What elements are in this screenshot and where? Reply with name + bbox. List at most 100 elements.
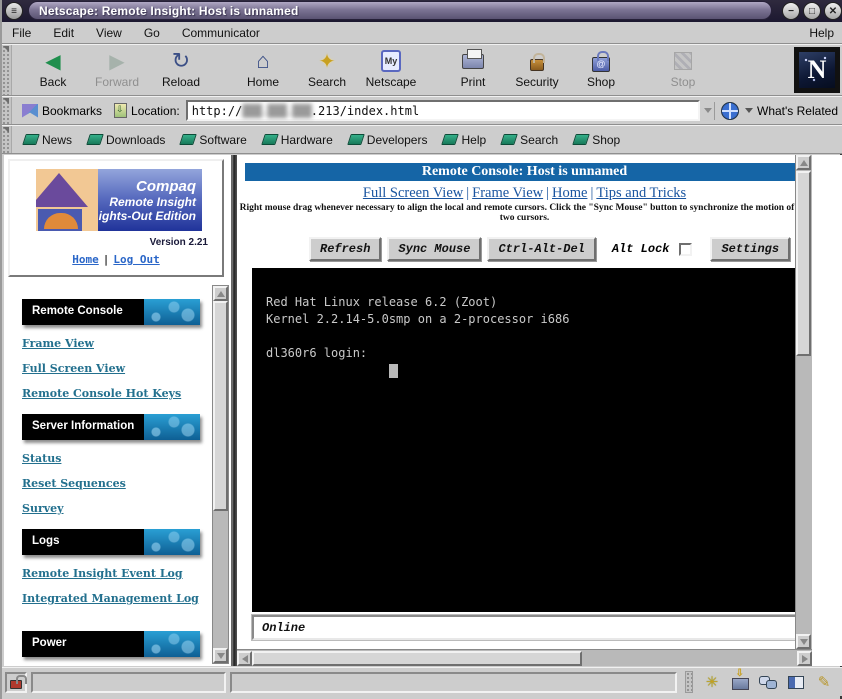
ptb-help[interactable]: Help: [435, 133, 494, 147]
forward-button: ▶ Forward: [86, 47, 148, 93]
address-book-icon[interactable]: [787, 673, 805, 691]
search-button[interactable]: ✦ Search: [296, 47, 358, 93]
brand-panel: Compaq Remote Insight Lights-Out Edition…: [8, 159, 224, 277]
bookmarks-icon: [22, 104, 38, 118]
menu-file[interactable]: File: [12, 26, 31, 40]
bookmarks-button[interactable]: Bookmarks: [16, 104, 108, 118]
security-status-cell[interactable]: [5, 672, 27, 693]
ptb-help-label: Help: [461, 133, 486, 147]
window-title: Netscape: Remote Insight: Host is unname…: [39, 4, 299, 18]
netscape-button[interactable]: My Netscape: [360, 47, 422, 93]
menu-help[interactable]: Help: [809, 26, 834, 40]
location-label-group[interactable]: Location:: [108, 103, 186, 118]
print-button[interactable]: Print: [442, 47, 504, 93]
location-toolbar-grip[interactable]: [2, 97, 12, 124]
mailbox-icon[interactable]: [731, 673, 749, 691]
ptb-shop[interactable]: Shop: [566, 133, 628, 147]
reload-button[interactable]: ↻ Reload: [150, 47, 212, 93]
personal-toolbar: News Downloads Software Hardware Develop…: [2, 125, 842, 154]
discussions-icon[interactable]: [759, 673, 777, 691]
back-label: Back: [40, 75, 67, 89]
sidebar-scroll-down-button[interactable]: [213, 648, 228, 663]
ptb-hardware-label: Hardware: [281, 133, 333, 147]
whats-related-globe-icon: [721, 102, 739, 120]
home-logout-separator: |: [103, 253, 110, 266]
title-pill[interactable]: Netscape: Remote Insight: Host is unname…: [28, 1, 772, 20]
remote-console-screen[interactable]: Red Hat Linux release 6.2 (Zoot)Kernel 2…: [252, 268, 803, 612]
url-input[interactable]: http://███.███.███.213/index.html: [186, 100, 700, 121]
whats-related-button[interactable]: What's Related: [714, 102, 842, 120]
personal-toolbar-grip[interactable]: [2, 126, 12, 153]
main-vertical-scrollbar[interactable]: [795, 155, 812, 649]
sidebar-scroll-up-button[interactable]: [213, 286, 228, 301]
console-cursor-line: [266, 362, 803, 379]
sidebar-nav-scroll-area: Remote Console Frame View Full Screen Vi…: [4, 285, 208, 666]
sidebar-item-status[interactable]: Status: [22, 452, 208, 465]
sidebar-item-frame-view[interactable]: Frame View: [22, 337, 208, 350]
main-scroll-left-button[interactable]: [237, 651, 252, 666]
link-frame-view[interactable]: Frame View: [472, 185, 543, 201]
sidebar-item-reset-sequences[interactable]: Reset Sequences: [22, 477, 208, 490]
main-scroll-down-button[interactable]: [796, 634, 811, 649]
close-button[interactable]: ✕: [824, 2, 842, 20]
window-menu-button[interactable]: ≡: [5, 2, 23, 20]
menu-go[interactable]: Go: [144, 26, 160, 40]
chevron-down-icon: [704, 108, 712, 113]
sidebar-item-survey[interactable]: Survey: [22, 502, 208, 515]
sidebar-scrollbar[interactable]: [212, 285, 229, 664]
menu-communicator[interactable]: Communicator: [182, 26, 260, 40]
composer-icon[interactable]: ✎: [815, 673, 833, 691]
link-tips-and-tricks[interactable]: Tips and Tricks: [596, 185, 686, 201]
forward-label: Forward: [95, 75, 139, 89]
navigation-sidebar-frame: Compaq Remote Insight Lights-Out Edition…: [4, 155, 232, 666]
alt-lock-checkbox[interactable]: [679, 243, 692, 256]
main-scroll-right-button[interactable]: [797, 651, 812, 666]
settings-button[interactable]: Settings: [710, 237, 790, 261]
sidebar-item-full-screen-view[interactable]: Full Screen View: [22, 362, 208, 375]
minimize-icon: −: [788, 6, 794, 17]
home-link[interactable]: Home: [72, 253, 99, 266]
sidebar-item-integrated-management-log[interactable]: Integrated Management Log: [22, 592, 208, 605]
menu-edit[interactable]: Edit: [53, 26, 74, 40]
netscape-logo-button[interactable]: N: [794, 47, 840, 93]
minimize-button[interactable]: −: [782, 2, 800, 20]
ptb-news[interactable]: News: [16, 133, 80, 147]
home-button[interactable]: ⌂ Home: [232, 47, 294, 93]
main-horizontal-scrollbar[interactable]: [237, 649, 812, 666]
component-bar-grip[interactable]: [685, 671, 693, 693]
sidebar-scrollbar-thumb[interactable]: [213, 301, 228, 511]
toolbar-grip[interactable]: [2, 45, 12, 95]
ptb-developers[interactable]: Developers: [341, 133, 436, 147]
netscape-window: ≡ Netscape: Remote Insight: Host is unna…: [0, 0, 842, 699]
maximize-icon: □: [809, 6, 815, 17]
maximize-button[interactable]: □: [803, 2, 821, 20]
shop-button[interactable]: @ Shop: [570, 47, 632, 93]
ptb-hardware[interactable]: Hardware: [255, 133, 341, 147]
ptb-downloads[interactable]: Downloads: [80, 133, 173, 147]
printer-icon: [462, 49, 484, 73]
link-full-screen-view[interactable]: Full Screen View: [363, 185, 463, 201]
location-label: Location:: [131, 104, 180, 118]
url-history-dropdown[interactable]: [700, 100, 714, 121]
sync-mouse-button[interactable]: Sync Mouse: [387, 237, 481, 261]
main-scrollbar-thumb[interactable]: [796, 171, 811, 356]
ptb-software[interactable]: Software: [173, 133, 254, 147]
home-icon: ⌂: [256, 49, 269, 73]
logout-link[interactable]: Log Out: [113, 253, 159, 266]
security-button[interactable]: Security: [506, 47, 568, 93]
ptb-software-label: Software: [199, 133, 246, 147]
connection-status-box: Online: [252, 615, 803, 640]
ptb-search[interactable]: Search: [494, 133, 566, 147]
back-button[interactable]: ◀ Back: [22, 47, 84, 93]
menu-view[interactable]: View: [96, 26, 122, 40]
main-scroll-up-button[interactable]: [796, 155, 811, 170]
ctrl-alt-del-button[interactable]: Ctrl-Alt-Del: [487, 237, 595, 261]
refresh-button[interactable]: Refresh: [309, 237, 381, 261]
sidebar-item-remote-insight-event-log[interactable]: Remote Insight Event Log: [22, 567, 208, 580]
terminal-cursor: [389, 364, 398, 378]
link-home[interactable]: Home: [552, 185, 587, 201]
sidebar-item-remote-console-hot-keys[interactable]: Remote Console Hot Keys: [22, 387, 208, 400]
section-header-server-information: Server Information: [22, 414, 200, 440]
main-hscrollbar-thumb[interactable]: [252, 651, 582, 666]
navigator-icon[interactable]: ✳: [703, 673, 721, 691]
